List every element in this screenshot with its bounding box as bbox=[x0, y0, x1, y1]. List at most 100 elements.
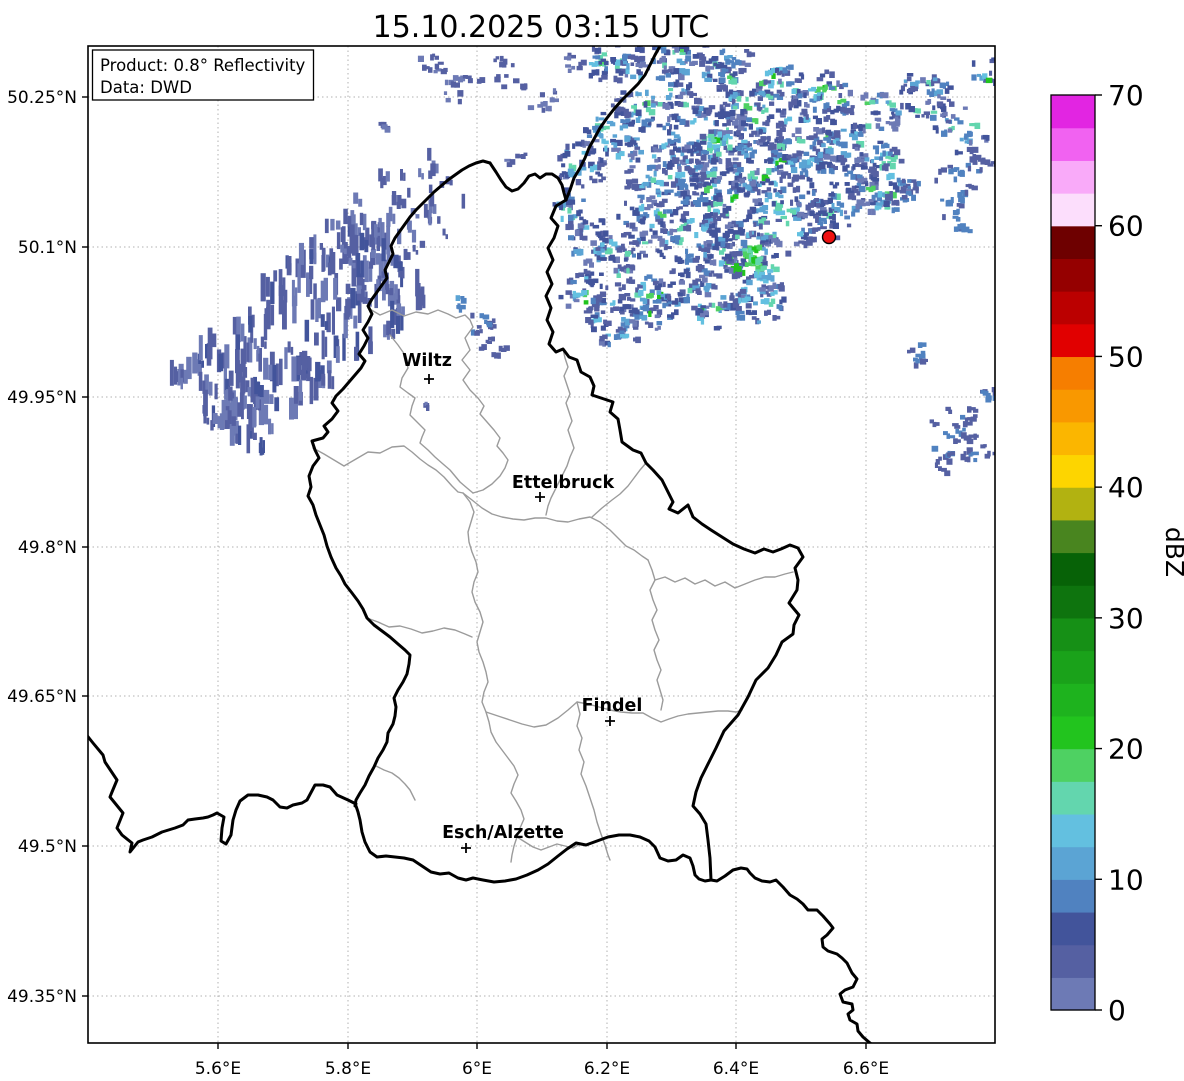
precip-pixel bbox=[375, 257, 380, 264]
precip-pixel bbox=[648, 310, 652, 317]
precip-pixel bbox=[571, 65, 576, 70]
precip-pixel bbox=[619, 330, 625, 335]
precip-pixel bbox=[769, 101, 775, 106]
precip-pixel bbox=[688, 82, 693, 89]
precip-pixel bbox=[389, 288, 394, 296]
precip-pixel bbox=[624, 200, 627, 206]
precip-pixel bbox=[612, 300, 616, 305]
y-axis-tick-label: 50.1°N bbox=[18, 238, 77, 258]
precip-pixel bbox=[712, 259, 717, 266]
precip-pixel bbox=[707, 213, 712, 218]
precip-pixel bbox=[854, 131, 858, 135]
precip-pixel bbox=[592, 148, 597, 154]
precip-pixel bbox=[442, 228, 446, 236]
precip-pixel bbox=[331, 306, 335, 335]
precip-pixel bbox=[823, 220, 827, 224]
precip-pixel bbox=[641, 203, 645, 211]
precip-pixel bbox=[662, 255, 666, 259]
precip-pixel bbox=[343, 208, 348, 225]
precip-cluster-wiltz-specks bbox=[455, 295, 510, 359]
precip-pixel bbox=[860, 152, 864, 157]
precip-pixel bbox=[621, 243, 625, 248]
precip-pixel bbox=[846, 223, 852, 228]
precip-pixel bbox=[948, 409, 953, 414]
precip-pixel bbox=[649, 195, 656, 200]
precip-pixel bbox=[691, 168, 696, 174]
y-axis-tick-label: 49.35°N bbox=[7, 987, 77, 1007]
x-axis-tick-label: 6.6°E bbox=[843, 1059, 889, 1079]
precip-pixel bbox=[541, 107, 546, 113]
precip-pixel bbox=[565, 303, 572, 309]
precip-pixel bbox=[748, 230, 753, 236]
precip-pixel bbox=[309, 249, 314, 265]
precip-pixel bbox=[697, 197, 704, 203]
precip-pixel bbox=[934, 462, 938, 468]
precip-pixel bbox=[631, 178, 639, 184]
precip-pixel bbox=[815, 216, 819, 223]
precip-pixel bbox=[787, 116, 793, 122]
precip-pixel bbox=[625, 333, 630, 338]
colorbar-segment bbox=[1051, 323, 1095, 358]
precip-pixel bbox=[642, 216, 646, 221]
precip-pixel bbox=[854, 147, 859, 151]
precip-pixel bbox=[390, 300, 395, 328]
precip-pixel bbox=[960, 197, 965, 204]
precip-pixel bbox=[622, 284, 626, 290]
precip-pixel bbox=[790, 199, 794, 206]
precip-pixel bbox=[812, 106, 817, 113]
precip-pixel bbox=[770, 145, 776, 149]
precip-pixel bbox=[798, 100, 802, 107]
precip-pixel bbox=[772, 282, 777, 289]
precip-pixel bbox=[597, 164, 602, 171]
precip-pixel bbox=[491, 318, 496, 324]
country-border-france-belgium bbox=[88, 734, 358, 854]
colorbar-segment bbox=[1051, 977, 1095, 1011]
precip-pixel bbox=[782, 143, 786, 151]
precip-pixel bbox=[732, 91, 738, 97]
precip-pixel bbox=[443, 67, 448, 72]
precip-pixel bbox=[344, 257, 349, 264]
precip-pixel bbox=[768, 114, 775, 119]
precip-pixel bbox=[829, 71, 835, 78]
precip-pixel bbox=[973, 414, 978, 418]
precip-pixel bbox=[655, 280, 660, 284]
precip-pixel bbox=[779, 210, 786, 215]
precip-pixel bbox=[486, 321, 493, 328]
precip-pixel bbox=[735, 172, 739, 176]
precip-pixel bbox=[588, 280, 595, 285]
precip-pixel bbox=[751, 130, 757, 135]
precip-pixel bbox=[206, 417, 210, 425]
precip-pixel bbox=[368, 266, 373, 282]
precip-pixel bbox=[719, 213, 726, 218]
precip-pixel bbox=[729, 167, 734, 171]
precip-pixel bbox=[625, 118, 631, 122]
precip-pixel bbox=[691, 305, 698, 311]
precip-pixel bbox=[746, 105, 753, 111]
precip-pixel bbox=[940, 167, 947, 173]
precip-pixel bbox=[352, 262, 356, 269]
city-label: Ettelbruck bbox=[512, 473, 615, 493]
precip-pixel bbox=[775, 315, 781, 320]
precip-pixel bbox=[616, 213, 621, 220]
precip-pixel bbox=[231, 416, 236, 426]
precip-pixel bbox=[596, 255, 601, 261]
colorbar-segment bbox=[1051, 552, 1095, 586]
precip-pixel bbox=[835, 182, 840, 186]
precip-pixel bbox=[700, 319, 705, 325]
precip-pixel bbox=[712, 78, 718, 82]
precip-pixel bbox=[665, 122, 670, 127]
precip-pixel bbox=[847, 170, 854, 175]
precip-pixel bbox=[595, 55, 601, 60]
precip-pixel bbox=[959, 137, 964, 142]
precip-pixel bbox=[798, 203, 802, 207]
precip-pixel bbox=[780, 200, 784, 205]
precip-pixel bbox=[340, 227, 346, 243]
precip-pixel bbox=[359, 212, 364, 226]
precip-pixel bbox=[684, 144, 691, 150]
precip-pixel bbox=[920, 77, 926, 84]
precip-pixel bbox=[264, 308, 268, 321]
precip-pixel bbox=[768, 168, 772, 175]
precip-pixel bbox=[578, 272, 585, 277]
precip-pixel bbox=[656, 309, 663, 315]
precip-pixel bbox=[660, 213, 667, 218]
